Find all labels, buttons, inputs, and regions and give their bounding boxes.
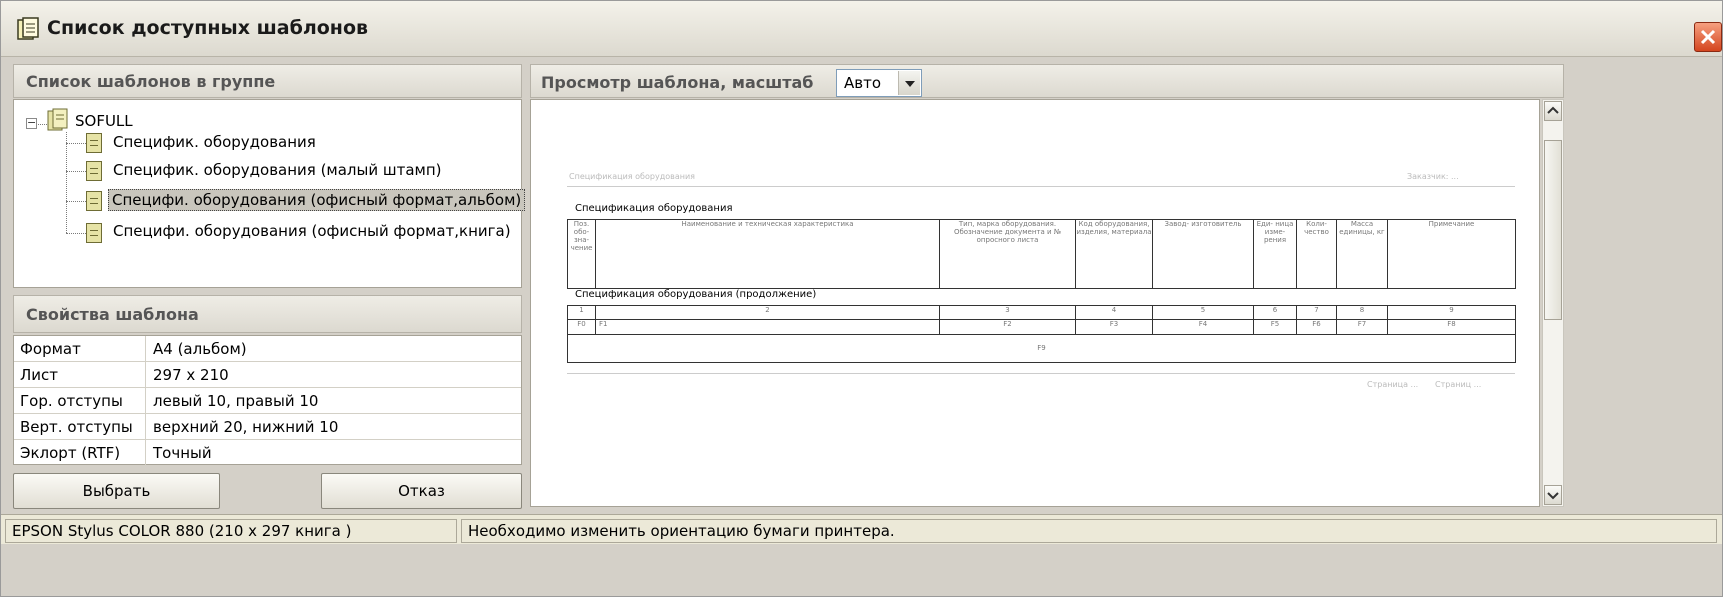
field-cell: F6 (1296, 319, 1337, 335)
column-number: 4 (1075, 304, 1153, 321)
column-header: Коли- чество (1296, 219, 1337, 289)
prop-value: 297 x 210 (153, 365, 229, 384)
title-bar[interactable]: Список доступных шаблонов (1, 1, 1722, 57)
column-number: 2 (595, 304, 940, 321)
page-header-left: Спецификация оборудования (569, 172, 695, 181)
template-list-window: Список доступных шаблонов Список шаблоно… (0, 0, 1723, 597)
prop-row-horizontal-margins: Гор. отступы левый 10, правый 10 (14, 388, 521, 414)
field-cell: F7 (1336, 319, 1388, 335)
field-cell: F3 (1075, 319, 1153, 335)
prop-value: левый 10, правый 10 (153, 391, 319, 410)
status-message: Необходимо изменить ориентацию бумаги пр… (461, 519, 1717, 543)
prop-value: A4 (альбом) (153, 339, 247, 358)
template-document-icon (86, 133, 102, 153)
page-footer-page: Страница ... (1367, 380, 1419, 389)
prop-name: Гор. отступы (14, 388, 146, 413)
column-number: 8 (1336, 304, 1388, 321)
template-document-icon (86, 223, 102, 243)
chevron-up-icon (1547, 106, 1559, 114)
field-cell: F1 (595, 319, 940, 335)
scroll-thumb[interactable] (1544, 140, 1562, 320)
page-footer-pages: Страниц ... (1435, 380, 1482, 389)
sheet-title-continued: Спецификация оборудования (продолжение) (575, 289, 817, 300)
prop-row-format: Формат A4 (альбом) (14, 336, 521, 362)
column-header: Еди- ница изме- рения (1253, 219, 1297, 289)
tree-item-spec-small-stamp[interactable]: Специфик. оборудования (малый штамп) (110, 160, 445, 180)
preview-scrollbar[interactable] (1542, 99, 1564, 507)
field-cell: F5 (1253, 319, 1297, 335)
cancel-button[interactable]: Отказ (321, 473, 522, 509)
tree-item-spec-office-book[interactable]: Специфи. оборудования (офисный формат,кн… (110, 221, 514, 241)
close-icon (1700, 29, 1716, 45)
props-panel-header: Свойства шаблона (13, 295, 522, 333)
prop-row-vertical-margins: Верт. отступы верхний 20, нижний 10 (14, 414, 521, 440)
column-header: Код оборудования, изделия, материала (1075, 219, 1153, 289)
tree-panel-header: Список шаблонов в группе (13, 64, 522, 98)
column-header: Масса единицы, кг (1336, 219, 1388, 289)
column-number: 1 (567, 304, 596, 321)
field-cell: F8 (1387, 319, 1516, 335)
prop-name: Эклорт (RTF) (14, 440, 146, 466)
preview-header-label: Просмотр шаблона, масштаб (541, 72, 814, 92)
footer-field-cell: F9 (567, 333, 1516, 363)
template-list-icon (17, 17, 39, 40)
collapse-toggle[interactable]: − (26, 117, 37, 129)
scroll-down-button[interactable] (1544, 485, 1562, 505)
sheet-title: Спецификация оборудования (575, 203, 733, 214)
column-header: Завод- изготовитель (1152, 219, 1254, 289)
column-number: 3 (939, 304, 1076, 321)
template-preview[interactable]: Спецификация оборудования Заказчик: ... … (530, 99, 1540, 507)
status-bar: EPSON Stylus COLOR 880 (210 x 297 книга … (1, 514, 1722, 544)
page-header-right: Заказчик: ... (1407, 172, 1459, 181)
column-number: 7 (1296, 304, 1337, 321)
tree-item-spec[interactable]: Специфик. оборудования (110, 132, 319, 152)
chevron-down-icon (1547, 492, 1559, 500)
field-cell: F4 (1152, 319, 1254, 335)
prop-value: Точный (153, 444, 212, 462)
column-header: Поз. обо- зна- чение (567, 219, 596, 289)
page-header-rule (567, 186, 1515, 187)
column-number: 5 (1152, 304, 1254, 321)
spec-body-table: 1 2 3 4 5 6 7 8 9 F0 F1 F2 F3 F4 F5 F6 F… (567, 304, 1516, 363)
column-header: Наименование и техническая характеристик… (595, 219, 940, 289)
field-cell: F0 (567, 319, 596, 335)
column-number: 9 (1387, 304, 1516, 321)
window-title: Список доступных шаблонов (47, 17, 369, 39)
prop-name: Лист (14, 362, 146, 387)
column-number: 6 (1253, 304, 1297, 321)
prop-row-sheet: Лист 297 x 210 (14, 362, 521, 388)
prop-name: Верт. отступы (14, 414, 146, 439)
template-tree[interactable]: − SOFULL Специфик. оборудования Специфик… (13, 99, 526, 288)
column-header: Примечание (1387, 219, 1516, 289)
close-button[interactable] (1694, 22, 1722, 52)
spec-header-table: Поз. обо- зна- чение Наименование и техн… (567, 219, 1516, 289)
tree-group-sofull[interactable]: SOFULL (72, 111, 136, 131)
chevron-down-icon[interactable] (898, 71, 920, 95)
zoom-value: Авто (844, 74, 882, 92)
zoom-select[interactable]: Авто (836, 69, 922, 97)
scroll-up-button[interactable] (1544, 101, 1562, 121)
page-footer-rule (567, 373, 1515, 374)
column-header: Тип, марка оборудования. Обозначение док… (939, 219, 1076, 289)
prop-value: верхний 20, нижний 10 (153, 417, 339, 436)
select-button[interactable]: Выбрать (13, 473, 220, 509)
status-printer: EPSON Stylus COLOR 880 (210 x 297 книга … (5, 519, 457, 543)
template-document-icon (86, 161, 102, 181)
prop-name: Формат (14, 336, 146, 361)
prop-row-export: Эклорт (RTF) Точный (14, 440, 521, 466)
tree-item-spec-office-album[interactable]: Специфи. оборудования (офисный формат,ал… (108, 189, 526, 211)
template-group-icon (47, 108, 68, 131)
template-properties: Формат A4 (альбом) Лист 297 x 210 Гор. о… (13, 335, 522, 466)
field-cell: F2 (939, 319, 1076, 335)
template-document-icon (86, 191, 102, 211)
